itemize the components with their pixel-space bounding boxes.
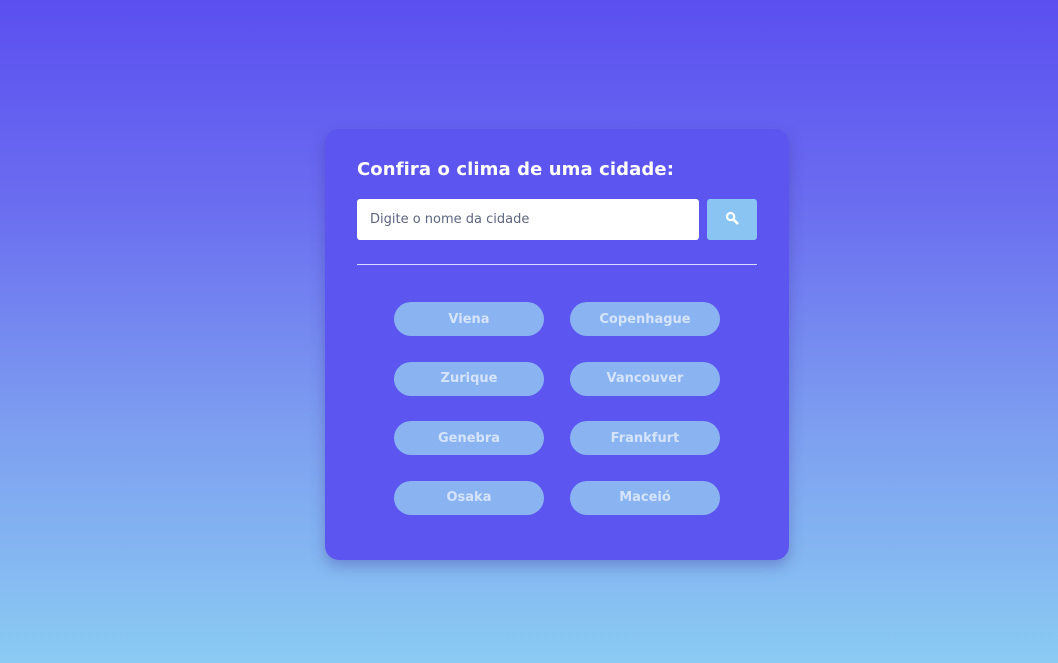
city-button-copenhague[interactable]: Copenhague <box>570 302 720 336</box>
city-button-vancouver[interactable]: Vancouver <box>570 361 720 396</box>
city-button-maceio[interactable]: Maceió <box>570 480 720 515</box>
city-suggestions: Viena Copenhague Zurique Vancouver Geneb… <box>394 302 720 515</box>
weather-search-card: Confira o clima de uma cidade: Viena Cop… <box>325 129 789 560</box>
city-button-viena[interactable]: Viena <box>394 302 544 336</box>
search-icon <box>725 211 739 228</box>
search-button[interactable] <box>707 199 757 240</box>
search-row <box>357 199 757 240</box>
card-title: Confira o clima de uma cidade: <box>357 159 674 180</box>
city-button-osaka[interactable]: Osaka <box>394 480 544 515</box>
divider <box>357 264 757 265</box>
city-button-zurique[interactable]: Zurique <box>394 361 544 396</box>
city-search-input[interactable] <box>357 199 699 240</box>
city-button-frankfurt[interactable]: Frankfurt <box>570 421 720 455</box>
city-button-genebra[interactable]: Genebra <box>394 421 544 455</box>
